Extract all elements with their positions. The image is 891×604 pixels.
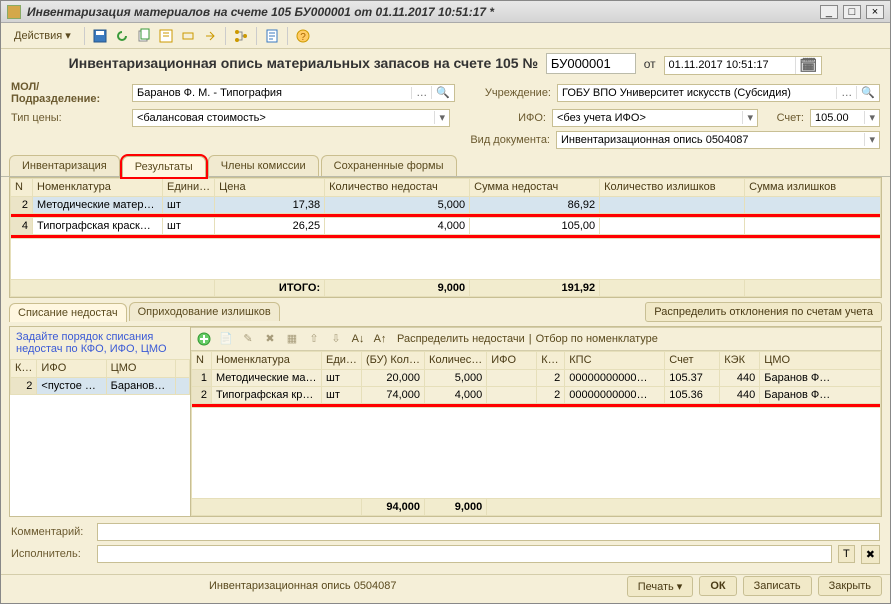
ok-button[interactable]: ОК xyxy=(699,576,736,596)
exec-x-button[interactable]: ✖ xyxy=(861,545,880,564)
uch-input[interactable] xyxy=(558,85,836,101)
doc-date-input[interactable] xyxy=(665,57,795,73)
doc-number-input[interactable] xyxy=(546,53,636,74)
from-label: от xyxy=(644,57,656,71)
tipcen-input[interactable] xyxy=(133,110,434,126)
down-icon[interactable]: ⇩ xyxy=(327,330,345,348)
exec-t-button[interactable]: T xyxy=(838,545,855,563)
print-button[interactable]: Печать ▾ xyxy=(627,576,694,597)
comment-input[interactable] xyxy=(98,524,879,540)
table-row[interactable]: 4Типографская краск…шт 26,254,000 105,00 xyxy=(11,217,881,234)
order-grid[interactable]: К…ИФОЦМО 2<пустое …Баранов… xyxy=(10,359,190,395)
tab-results[interactable]: Результаты xyxy=(122,156,206,177)
tipcen-dropdown-icon[interactable]: ▾ xyxy=(434,111,449,124)
col-n[interactable]: N xyxy=(11,178,33,196)
filter-button[interactable]: Отбор по номенклатуре xyxy=(536,333,658,345)
svg-text:?: ? xyxy=(300,32,306,43)
actions-menu[interactable]: Действия ▾ xyxy=(7,26,78,45)
sub-tabs: Списание недостач Оприходование излишков xyxy=(9,302,282,321)
exec-label: Исполнитель: xyxy=(11,548,91,560)
up-icon[interactable]: ⇧ xyxy=(305,330,323,348)
tab-savedforms[interactable]: Сохраненные формы xyxy=(321,155,457,176)
viddoc-input[interactable] xyxy=(557,132,864,148)
writeoff-grid[interactable]: NНоменклатураЕди… (БУ) Кол…Количес…ИФО К… xyxy=(191,351,881,516)
maximize-button[interactable]: □ xyxy=(843,5,861,19)
tree-icon[interactable] xyxy=(232,27,250,45)
copy-icon[interactable] xyxy=(135,27,153,45)
comment-label: Комментарий: xyxy=(11,526,91,538)
mol-select-button[interactable]: … xyxy=(411,87,431,99)
uch-label: Учреждение: xyxy=(461,87,551,99)
tab-writeoff[interactable]: Списание недостач xyxy=(9,303,127,322)
titlebar: Инвентаризация материалов на счете 105 Б… xyxy=(1,1,890,23)
distribute-accounts-button[interactable]: Распределить отклонения по счетам учета xyxy=(645,302,882,322)
tab-commission[interactable]: Члены комиссии xyxy=(208,155,319,176)
copy-row-icon[interactable]: 📄 xyxy=(217,330,235,348)
close-button[interactable]: × xyxy=(866,5,884,19)
app-icon xyxy=(7,5,21,19)
uch-open-button[interactable]: 🔍 xyxy=(856,86,879,99)
tab-inventory[interactable]: Инвентаризация xyxy=(9,155,120,176)
sort-desc-icon[interactable]: A↑ xyxy=(371,330,389,348)
tab-surplus[interactable]: Оприходование излишков xyxy=(129,302,280,321)
mol-open-button[interactable]: 🔍 xyxy=(431,86,454,99)
itogo-sn: 191,92 xyxy=(470,279,600,296)
add-icon[interactable] xyxy=(195,330,213,348)
mol-label: МОЛ/Подразделение: xyxy=(11,81,126,105)
window-title: Инвентаризация материалов на счете 105 Б… xyxy=(27,5,818,19)
status-doc: Инвентаризационная опись 0504087 xyxy=(209,580,397,592)
close-button[interactable]: Закрыть xyxy=(818,576,882,596)
col-price[interactable]: Цена xyxy=(215,178,325,196)
minimize-button[interactable]: _ xyxy=(820,5,838,19)
save-icon[interactable] xyxy=(91,27,109,45)
main-toolbar: Действия ▾ ? xyxy=(1,23,890,49)
order-hint: Задайте порядок списания недостач по КФО… xyxy=(10,327,190,359)
page-title: Инвентаризационная опись материальных за… xyxy=(69,55,538,71)
table-row[interactable]: 2Методические матер…шт 17,385,000 86,92 xyxy=(11,196,881,213)
properties-icon[interactable] xyxy=(263,27,281,45)
tipcen-label: Тип цены: xyxy=(11,112,126,124)
col-qn[interactable]: Количество недостач xyxy=(325,178,470,196)
reverse-icon[interactable] xyxy=(201,27,219,45)
table-row[interactable]: 1Методические ма…шт 20,0005,000 2 000000… xyxy=(192,369,881,386)
distribute-shortages-button[interactable]: Распределить недостачи xyxy=(397,333,525,345)
schet-dropdown-icon[interactable]: ▾ xyxy=(864,111,879,124)
sort-asc-icon[interactable]: A↓ xyxy=(349,330,367,348)
ifo-input[interactable] xyxy=(553,110,742,126)
schet-label: Счет: xyxy=(764,112,804,124)
grid-icon[interactable]: ▦ xyxy=(283,330,301,348)
main-tabs: Инвентаризация Результаты Члены комиссии… xyxy=(1,155,890,177)
link-icon[interactable] xyxy=(179,27,197,45)
viddoc-label: Вид документа: xyxy=(460,134,550,146)
itogo-label: ИТОГО: xyxy=(215,279,325,296)
col-sn[interactable]: Сумма недостач xyxy=(470,178,600,196)
itogo-qn: 9,000 xyxy=(325,279,470,296)
viddoc-dropdown-icon[interactable]: ▾ xyxy=(864,133,879,146)
col-qi[interactable]: Количество излишков xyxy=(600,178,745,196)
delete-icon[interactable]: ✖ xyxy=(261,330,279,348)
refresh-icon[interactable] xyxy=(113,27,131,45)
save-button[interactable]: Записать xyxy=(743,576,812,596)
table-row[interactable]: 2Типографская кр…шт 74,0004,000 2 000000… xyxy=(192,386,881,403)
sub-toolbar: 📄 ✎ ✖ ▦ ⇧ ⇩ A↓ A↑ Распределить недостачи… xyxy=(191,327,881,351)
calendar-icon[interactable]: 🗓 xyxy=(795,57,822,74)
col-ed[interactable]: Едини… xyxy=(163,178,215,196)
col-si[interactable]: Сумма излишков xyxy=(745,178,881,196)
help-icon[interactable]: ? xyxy=(294,27,312,45)
schet-input[interactable] xyxy=(811,110,864,126)
ifo-dropdown-icon[interactable]: ▾ xyxy=(742,111,757,124)
uch-select-button[interactable]: … xyxy=(836,87,856,99)
basedon-icon[interactable] xyxy=(157,27,175,45)
col-nom[interactable]: Номенклатура xyxy=(33,178,163,196)
results-grid[interactable]: N Номенклатура Едини… Цена Количество не… xyxy=(9,177,882,298)
edit-icon[interactable]: ✎ xyxy=(239,330,257,348)
status-bar: Инвентаризационная опись 0504087 Печать … xyxy=(1,574,890,598)
mol-input[interactable] xyxy=(133,85,411,101)
ifo-label: ИФО: xyxy=(456,112,546,124)
exec-input[interactable] xyxy=(98,546,831,562)
